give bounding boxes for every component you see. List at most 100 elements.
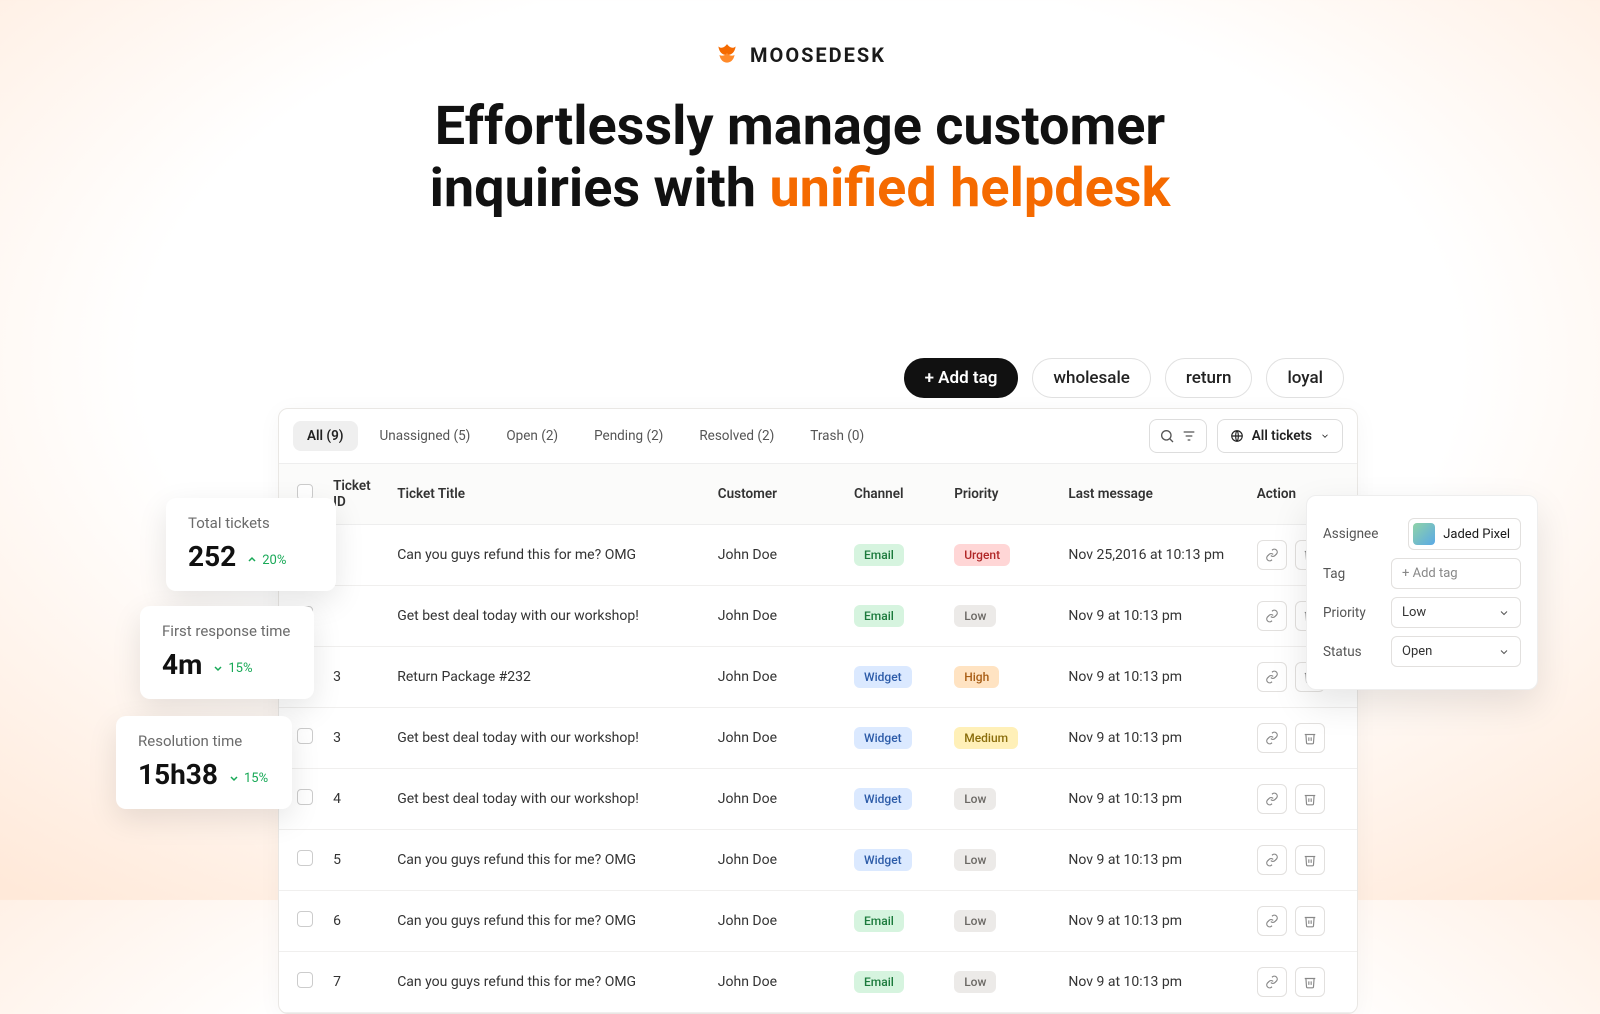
tag-label: Tag <box>1323 566 1345 582</box>
col-last[interactable]: Last message <box>1058 464 1246 525</box>
copy-link-button[interactable] <box>1257 906 1287 936</box>
kpi-delta: 20% <box>246 553 286 568</box>
copy-link-button[interactable] <box>1257 723 1287 753</box>
link-icon <box>1265 792 1279 806</box>
copy-link-button[interactable] <box>1257 967 1287 997</box>
headline-line2: inquiries with unified helpdesk <box>0 158 1600 220</box>
delete-button[interactable] <box>1295 845 1325 875</box>
col-title[interactable]: Ticket Title <box>387 464 708 525</box>
headline: Effortlessly manage customer inquiries w… <box>0 96 1600 220</box>
cell-channel: Widget <box>844 647 944 708</box>
cell-id <box>323 586 387 647</box>
copy-link-button[interactable] <box>1257 601 1287 631</box>
delete-button[interactable] <box>1295 967 1325 997</box>
cell-last-message: Nov 9 at 10:13 pm <box>1058 769 1246 830</box>
tab-pending[interactable]: Pending (2) <box>580 421 677 451</box>
table-row[interactable]: 7Can you guys refund this for me? OMGJoh… <box>279 952 1357 1013</box>
col-customer[interactable]: Customer <box>708 464 844 525</box>
cell-priority: Low <box>944 586 1058 647</box>
table-row[interactable]: 3Return Package #232John DoeWidgetHighNo… <box>279 647 1357 708</box>
channel-badge: Email <box>854 605 904 627</box>
arrow-up-icon <box>246 554 258 566</box>
row-checkbox[interactable] <box>297 911 313 927</box>
cell-priority: Low <box>944 830 1058 891</box>
assignee-chip[interactable]: Jaded Pixel <box>1408 518 1521 550</box>
tag-input[interactable]: + Add tag <box>1391 558 1521 589</box>
row-checkbox[interactable] <box>297 728 313 744</box>
cell-last-message: Nov 9 at 10:13 pm <box>1058 830 1246 891</box>
cell-actions <box>1247 708 1357 769</box>
col-priority[interactable]: Priority <box>944 464 1058 525</box>
tab-unassigned[interactable]: Unassigned (5) <box>366 421 485 451</box>
cell-channel: Widget <box>844 769 944 830</box>
cell-title: Can you guys refund this for me? OMG <box>387 952 708 1013</box>
copy-link-button[interactable] <box>1257 845 1287 875</box>
tab-trash[interactable]: Trash (0) <box>796 421 878 451</box>
tab-all[interactable]: All (9) <box>293 421 358 451</box>
status-select[interactable]: Open <box>1391 636 1521 667</box>
priority-badge: Low <box>954 788 996 810</box>
cell-priority: Medium <box>944 708 1058 769</box>
link-icon <box>1265 670 1279 684</box>
delete-button[interactable] <box>1295 906 1325 936</box>
priority-badge: Urgent <box>954 544 1010 566</box>
link-icon <box>1265 731 1279 745</box>
tab-open[interactable]: Open (2) <box>492 421 572 451</box>
cell-title: Get best deal today with our workshop! <box>387 708 708 769</box>
cell-priority: Urgent <box>944 525 1058 586</box>
channel-badge: Widget <box>854 666 912 688</box>
kpi-label: Total tickets <box>188 514 314 532</box>
channel-badge: Email <box>854 544 904 566</box>
assignee-label: Assignee <box>1323 526 1378 542</box>
row-checkbox[interactable] <box>297 972 313 988</box>
status-value: Open <box>1402 644 1432 659</box>
kpi-value: 252 <box>188 540 236 573</box>
channel-badge: Widget <box>854 788 912 810</box>
tag-pill-loyal[interactable]: loyal <box>1266 358 1344 398</box>
tag-pill-return[interactable]: return <box>1165 358 1253 398</box>
cell-actions <box>1247 769 1357 830</box>
cell-title: Can you guys refund this for me? OMG <box>387 525 708 586</box>
trash-icon <box>1303 731 1317 745</box>
cell-actions <box>1247 830 1357 891</box>
row-checkbox[interactable] <box>297 850 313 866</box>
trash-icon <box>1303 853 1317 867</box>
search-filter-button[interactable] <box>1149 419 1207 453</box>
cell-id: 7 <box>323 952 387 1013</box>
table-row[interactable]: 4Get best deal today with our workshop!J… <box>279 769 1357 830</box>
tag-pill-wholesale[interactable]: wholesale <box>1032 358 1151 398</box>
copy-link-button[interactable] <box>1257 662 1287 692</box>
cell-customer: John Doe <box>708 586 844 647</box>
table-row[interactable]: Can you guys refund this for me? OMGJohn… <box>279 525 1357 586</box>
cell-title: Get best deal today with our workshop! <box>387 769 708 830</box>
cell-channel: Email <box>844 525 944 586</box>
add-tag-button[interactable]: + Add tag <box>904 358 1019 398</box>
headline-line1: Effortlessly manage customer <box>0 96 1600 158</box>
cell-customer: John Doe <box>708 952 844 1013</box>
priority-badge: Medium <box>954 727 1018 749</box>
priority-select[interactable]: Low <box>1391 597 1521 628</box>
row-checkbox[interactable] <box>297 789 313 805</box>
cell-customer: John Doe <box>708 647 844 708</box>
delete-button[interactable] <box>1295 723 1325 753</box>
tabs-row: All (9) Unassigned (5) Open (2) Pending … <box>279 409 1357 464</box>
copy-link-button[interactable] <box>1257 784 1287 814</box>
view-scope-dropdown[interactable]: All tickets <box>1217 419 1343 453</box>
arrow-down-icon <box>228 772 240 784</box>
cell-id: 4 <box>323 769 387 830</box>
table-row[interactable]: Get best deal today with our workshop!Jo… <box>279 586 1357 647</box>
tab-resolved[interactable]: Resolved (2) <box>685 421 788 451</box>
brand-logo-icon <box>714 42 740 68</box>
priority-badge: Low <box>954 605 996 627</box>
tickets-table: Ticket ID Ticket Title Customer Channel … <box>279 464 1357 1013</box>
copy-link-button[interactable] <box>1257 540 1287 570</box>
kpi-resolution-time: Resolution time 15h38 15% <box>116 716 292 809</box>
table-row[interactable]: 3Get best deal today with our workshop!J… <box>279 708 1357 769</box>
assignee-name: Jaded Pixel <box>1443 527 1510 542</box>
col-channel[interactable]: Channel <box>844 464 944 525</box>
delete-button[interactable] <box>1295 784 1325 814</box>
table-row[interactable]: 5Can you guys refund this for me? OMGJoh… <box>279 830 1357 891</box>
search-icon <box>1159 428 1175 444</box>
link-icon <box>1265 853 1279 867</box>
kpi-value: 15h38 <box>138 758 218 791</box>
